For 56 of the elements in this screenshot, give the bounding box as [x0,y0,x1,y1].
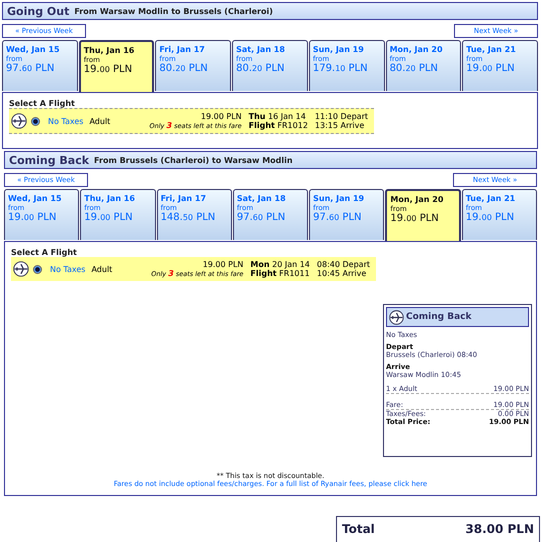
date-label: Mon, Jan 20 [390,45,444,54]
price-text: 97.60 PLN [313,212,362,223]
depart-time: 08:40 Depart [316,260,370,269]
price-text: 19.00 PLN [466,63,516,74]
price-text: 80.20 PLN [159,63,209,74]
route-text: From Warsaw Modlin to Brussels (Charleroi) [74,6,273,16]
price-text: 19.00 PLN [466,212,516,223]
price-text: 19.00 PLN [84,212,134,223]
plane-icon [389,310,404,324]
flight-number: Flight FR1011 [250,269,310,278]
passenger-type: Adult [89,116,110,126]
fare-price: 19.00 PLN [200,112,242,121]
price-text: 19.00 PLN [8,212,58,223]
price-text: 19.00 PLN [390,213,440,224]
date-label: Mon, Jan 20 [390,195,444,204]
passenger-type: Adult [91,264,112,274]
date-label: Sun, Jan 19 [312,45,365,54]
total-label: Total [342,522,375,536]
radio-button[interactable] [33,264,42,274]
depart-time: 11:10 Depart [314,112,368,121]
date-label: Wed, Jan 15 [6,45,61,54]
radio-button[interactable] [31,116,40,126]
flight-number: Flight FR1012 [248,121,308,130]
arrive-time: 10:45 Arrive [316,269,368,278]
flight-date: Thu 16 Jan 14 [248,112,307,121]
plane-icon [13,261,29,277]
price-text: 80.20 PLN [236,63,286,74]
arrive-time: 13:15 Arrive [314,121,366,130]
price-text: 179.10 PLN [312,63,369,74]
flight-date: Mon 20 Jan 14 [250,260,310,269]
date-label: Fri, Jan 17 [159,45,206,54]
section-title: Coming Back [9,154,90,166]
route-text: From Brussels (Charleroi) to Warsaw Modlin [94,156,293,164]
date-label: Sun, Jan 19 [313,194,366,203]
date-label: Sat, Jan 18 [236,194,287,203]
fare-type: No Taxes [48,116,84,126]
price-text: 80.20 PLN [390,63,439,74]
summary-title: Coming Back [406,312,472,322]
date-label: Sat, Jan 18 [236,45,286,54]
plane-icon [11,113,27,129]
date-label: Thu, Jan 16 [84,194,136,203]
fare-price: 19.00 PLN [202,260,244,269]
date-label: Fri, Jan 17 [160,194,208,203]
date-label: Tue, Jan 21 [466,194,516,203]
select-flight-heading: Select A Flight [11,248,78,257]
price-text: 97.60 PLN [236,212,286,223]
section-title: Going Out [7,4,70,18]
date-label: Wed, Jan 15 [8,194,63,203]
date-label: Tue, Jan 21 [466,45,517,54]
price-text: 19.00 PLN [84,64,134,75]
date-label: Thu, Jan 16 [84,46,136,55]
price-text: 148.50 PLN [160,212,216,223]
fare-type: No Taxes [50,264,86,274]
price-text: 97.60 PLN [6,63,56,74]
total-amount: 38.00 PLN [465,522,534,536]
select-flight-heading: Select A Flight [9,99,76,108]
